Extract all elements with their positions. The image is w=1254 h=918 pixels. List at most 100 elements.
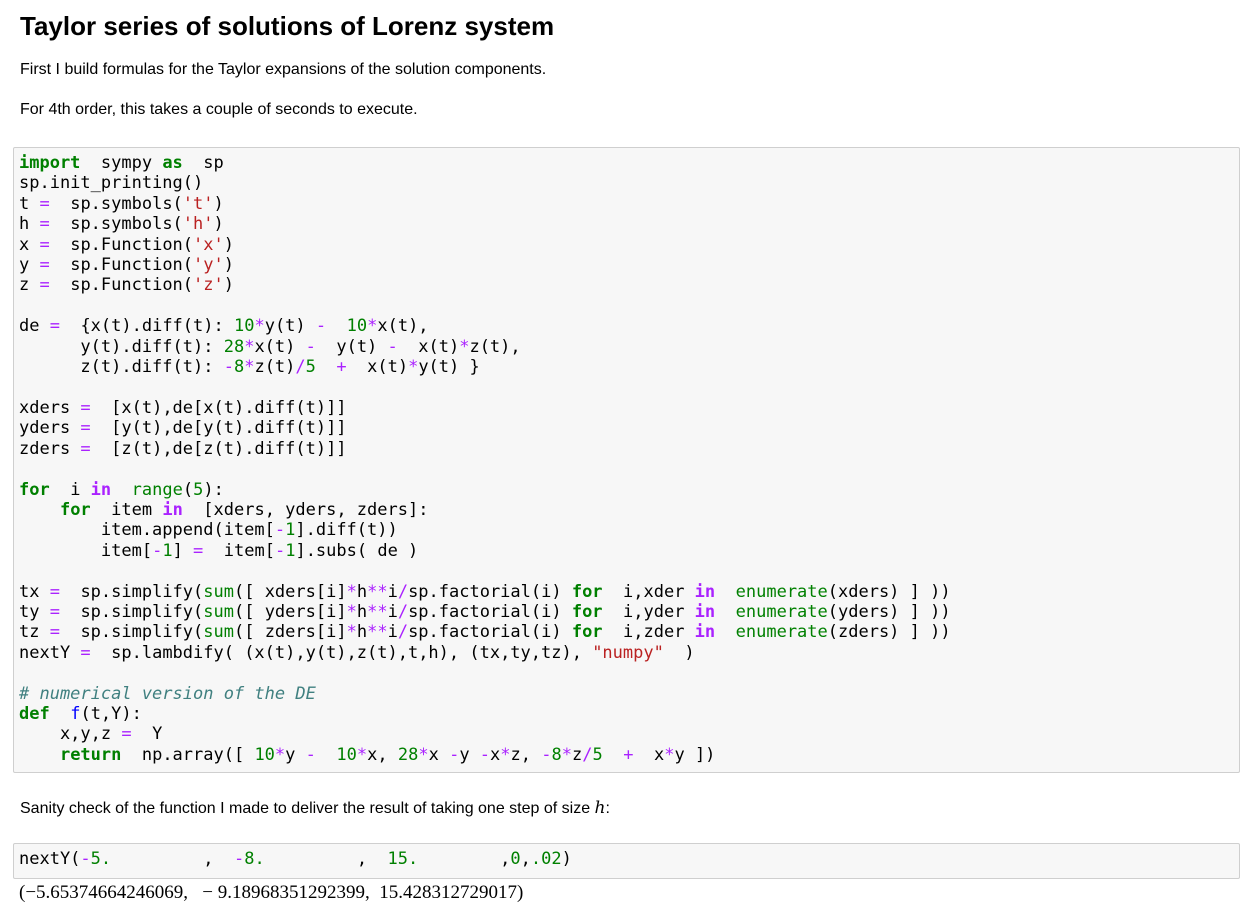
code-token: yders [19,418,81,439]
code-token: (yders) ] )) [827,601,951,622]
code-token: y [19,255,40,276]
code-input[interactable]: nextY(-5. , -8. , 15. ,0,.02) [14,844,1239,869]
code-token: = [49,622,60,643]
code-token: in [694,581,716,602]
code-token: / [582,744,593,765]
code-token: .02 [530,849,562,869]
code-token: = [49,581,60,602]
code-token: ) [213,214,224,235]
code-token: 5 [592,744,603,765]
code-token: = [193,540,204,561]
code-token: item.append(item[ [19,520,275,541]
code-line: t = sp.symbols('t') [19,194,224,214]
code-line: y = sp.Function('y') [19,255,234,275]
code-token: z [572,744,583,765]
code-token: i,xder [602,581,695,602]
code-token: i,yder [602,601,695,622]
code-token: sp.factorial(i) [408,622,572,643]
code-line: tx = sp.simplify(sum([ xders[i]*h**i/sp.… [19,582,951,602]
code-token: 'x' [193,234,224,255]
code-token: [z(t),de[z(t).diff(t)]] [90,438,347,459]
code-token: * [254,316,265,337]
code-token: - [305,336,316,357]
code-token: (xders) ] )) [827,581,951,602]
code-token: ty [19,601,50,622]
code-token: y(t) [264,316,316,337]
code-token: sum [203,622,234,643]
code-line: z(t).diff(t): -8*z(t)/5 + x(t)*y(t) } [19,357,480,378]
code-token: {x(t).diff(t): [59,316,234,337]
code-cell-nexty[interactable]: nextY(-5. , -8. , 15. ,0,.02) [13,843,1240,879]
code-token: return [59,744,122,765]
code-token: + [336,357,347,378]
code-token: ([ xders[i] [233,581,347,602]
code-token: sp.init_printing() [19,173,204,194]
code-token: sp.Function( [49,275,194,296]
code-token: 8. [244,849,265,869]
code-token: 1 [285,540,296,561]
code-input[interactable]: import sympy as sp sp.init_printing() t … [14,148,1239,765]
code-token: item[ [19,540,153,561]
code-token: ) [223,234,234,255]
code-token: * [346,622,357,643]
code-token: de [19,316,50,337]
code-token: 10 [346,316,368,337]
code-line: nextY = sp.lambdify( (x(t),y(t),z(t),t,h… [19,643,695,663]
code-token: * [244,336,255,357]
code-token: = [39,214,50,235]
code-token: zders [19,438,81,459]
code-token: range [131,479,183,500]
code-token: / [295,357,306,378]
code-cell-lorenz-taylor[interactable]: import sympy as sp sp.init_printing() t … [13,147,1240,773]
code-token: z(t), [469,336,521,357]
code-line: tz = sp.simplify(sum([ zders[i]*h**i/sp.… [19,622,951,642]
code-token: sum [203,601,234,622]
code-token: * [244,357,255,378]
code-token: 8 [551,744,562,765]
code-line: yders = [y(t),de[y(t).diff(t)]] [19,418,347,438]
code-token: x [428,744,450,765]
code-token: = [39,255,50,276]
code-token: x(t) [346,357,409,378]
code-token: x(t) [397,336,460,357]
sanity-text: Sanity check of the function I made to d… [20,800,595,817]
code-token: i [387,622,398,643]
code-token: ): [203,479,224,500]
code-token: tz [19,622,50,643]
code-token: * [418,744,429,765]
code-token: i,zder [602,622,695,643]
code-line: # numerical version of the DE [19,684,316,704]
code-token: import [19,153,81,173]
code-token: 15. [387,849,419,869]
code-token: tx [19,581,50,602]
code-line: y(t).diff(t): 28*x(t) - y(t) - x(t)*z(t)… [19,336,521,357]
code-token: z(t).diff(t): [19,357,224,378]
code-line: def f(t,Y): [19,704,142,724]
code-token: x, [367,744,398,765]
code-token: as [162,153,183,173]
code-line: xders = [x(t),de[x(t).diff(t)]] [19,398,347,418]
code-token: ].diff(t)) [295,520,398,541]
code-token: y(t) } [418,357,480,378]
code-token: - [152,540,163,561]
code-line: z = sp.Function('z') [19,275,234,295]
code-token: x [19,234,40,255]
code-token: ) [223,255,234,276]
code-token: 'z' [193,275,224,296]
code-token: x [633,744,665,765]
code-token: for [19,479,50,500]
code-token: 10 [336,744,357,765]
code-token: xders [19,397,81,418]
code-token: - [223,357,234,378]
code-token: i [387,601,398,622]
code-token: [x(t),de[x(t).diff(t)]] [90,397,347,418]
code-token: sp.lambdify( (x(t),y(t),z(t),t,h), (tx,t… [90,642,593,663]
notebook-title: Taylor series of solutions of Lorenz sys… [20,11,555,41]
code-token: h [356,601,368,622]
sanity-check-paragraph: Sanity check of the function I made to d… [20,797,610,820]
